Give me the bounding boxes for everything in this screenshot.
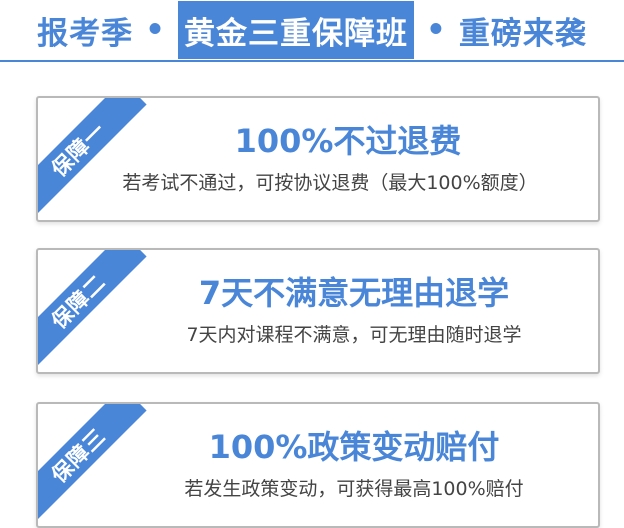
guarantee-title: 7天不满意无理由退学	[198, 274, 510, 312]
header-season-text: 报考季	[37, 15, 134, 52]
guarantee-card-3: 保障三 100%政策变动赔付 若发生政策变动，可获得最高100%赔付	[36, 402, 600, 528]
guarantee-card-2: 保障二 7天不满意无理由退学 7天内对课程不满意，可无理由随时退学	[36, 248, 600, 374]
header-dot: •	[145, 12, 166, 48]
page-header: 报考季 • 黄金三重保障班 • 重磅来袭	[0, 0, 624, 60]
header-dot: •	[426, 12, 447, 48]
guarantee-description: 若发生政策变动，可获得最高100%赔付	[184, 478, 524, 500]
header-launch-text: 重磅来袭	[458, 15, 587, 52]
guarantee-title: 100%不过退费	[234, 122, 462, 160]
guarantee-title: 100%政策变动赔付	[208, 428, 500, 466]
guarantee-description: 若考试不通过，可按协议退费（最大100%额度）	[122, 172, 538, 194]
header-divider	[0, 60, 624, 62]
guarantee-card-1: 保障一 100%不过退费 若考试不通过，可按协议退费（最大100%额度）	[36, 96, 600, 222]
header-highlight: 黄金三重保障班	[178, 1, 414, 59]
guarantee-description: 7天内对课程不满意，可无理由随时退学	[186, 324, 522, 346]
